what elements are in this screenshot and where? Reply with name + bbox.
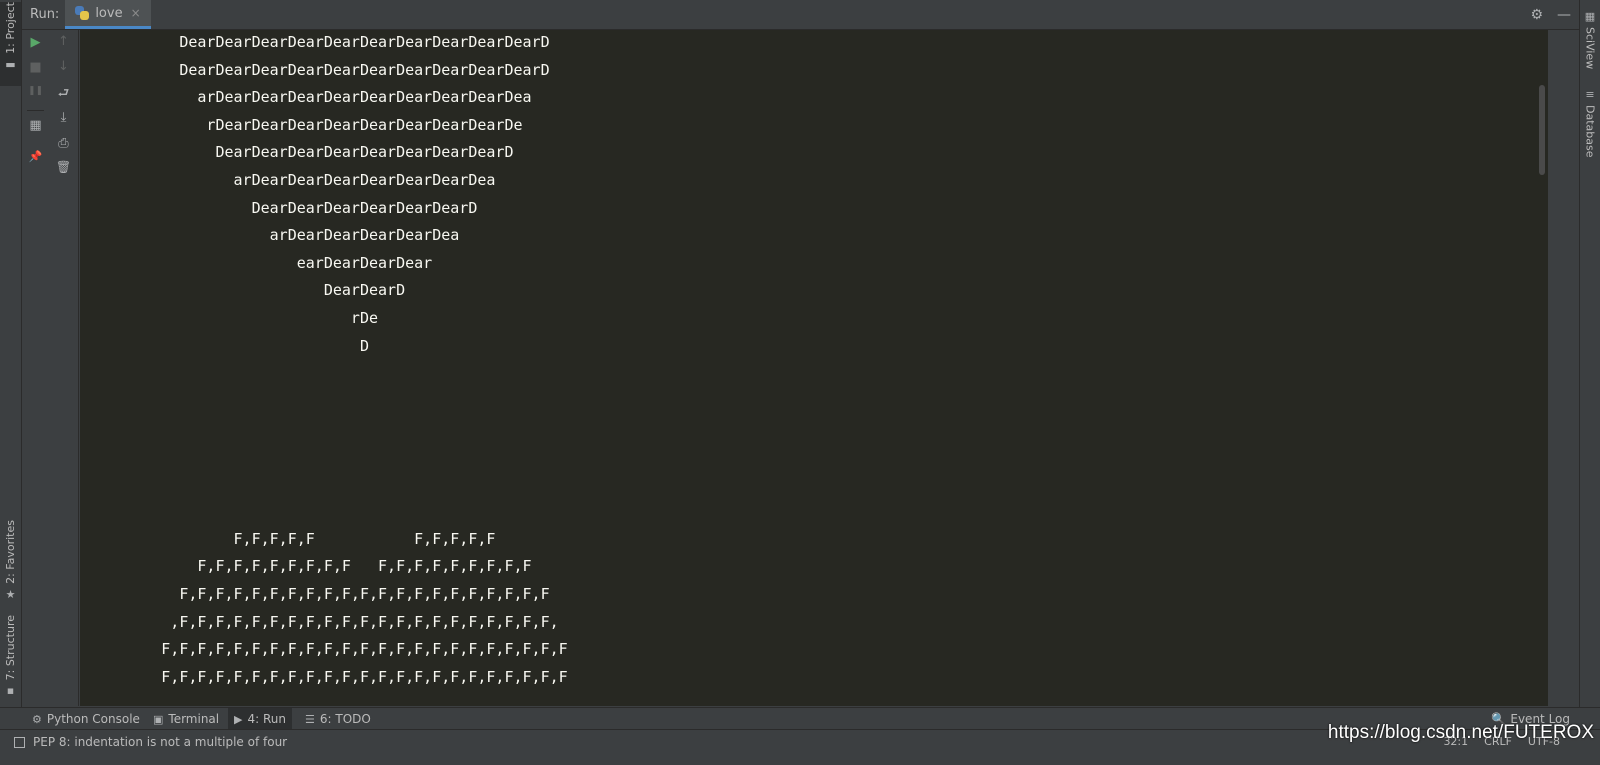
python-icon [75,6,90,20]
tab-todo[interactable]: ☰ 6: TODO [299,708,377,730]
pause-icon[interactable]: ❚❚ [22,86,49,96]
folder-icon: ▬ [5,57,16,71]
minimize-icon[interactable]: — [1557,7,1571,23]
stop-icon[interactable]: ■ [22,60,49,75]
console-line: DearDearDearDearDearDearDearDearD [80,143,514,162]
console-line: earDearDearDear [80,253,433,272]
console-line: DearDearDearDearDearDearDearDearDearDear… [80,60,550,79]
layout-icon[interactable]: ▦ [22,118,49,133]
console-line: arDearDearDearDearDea [80,226,460,245]
terminal-icon: ▣ [153,712,164,726]
tab-python-console[interactable]: ⚙ Python Console [26,708,146,730]
down-arrow-icon[interactable]: ↓ [49,59,78,74]
status-message: PEP 8: indentation is not a multiple of … [33,735,288,749]
tab-database[interactable]: ≡ Database [1580,88,1600,168]
console-line: D [80,336,369,355]
console-line: F,F,F,F,F,F,F,F,F,F,F,F,F,F,F,F,F,F,F,F,… [80,667,568,686]
console-output[interactable]: DearDearDearDearDearDearDearDearDearDear… [80,30,1536,706]
star-icon: ★ [5,587,16,601]
database-icon: ≡ [1585,88,1595,101]
tab-run[interactable]: ▶ 4: Run [228,708,292,730]
scroll-to-end-icon[interactable]: ⤓ [49,110,78,125]
console-line: ,F,F,F,F,F,F,F,F,F,F,F,F,F,F,F,F,F,F,F,F… [80,612,559,631]
gear-icon[interactable]: ⚙ [1530,7,1543,23]
console-line: F,F,F,F,F F,F,F,F,F [80,529,496,548]
console-line: arDearDearDearDearDearDearDearDearDea [80,88,532,107]
tab-todo-label: 6: TODO [319,712,371,726]
run-icon: ▶ [234,712,243,726]
watermark: https://blog.csdn.net/FUTEROX [1327,722,1594,743]
list-icon: ☰ [305,712,315,726]
sciview-icon: ▦ [1584,10,1596,23]
left-tool-strip: 1: Project ▬ 2: Favorites ★ 7: Structure… [0,0,22,728]
run-tab-love[interactable]: love × [65,0,151,29]
tab-terminal[interactable]: ▣ Terminal [147,708,225,730]
tab-structure-label: 7: Structure [4,615,17,681]
console-scrollbar[interactable] [1536,30,1548,706]
console-line: F,F,F,F,F,F,F,F,F,F,F,F,F,F,F,F,F,F,F,F,… [80,585,550,603]
console-line: rDearDearDearDearDearDearDearDearDe [80,115,523,134]
pin-icon[interactable]: 📌 [22,150,49,163]
tab-sciview-label: SciView [1583,27,1597,70]
soft-wrap-icon[interactable]: ⮐ [49,84,78,106]
message-icon [14,736,25,748]
tab-python-console-label: Python Console [46,712,140,726]
tab-favorites-label: 2: Favorites [4,520,17,584]
console-line: DearDearD [80,281,406,300]
tab-sciview[interactable]: ▦ SciView [1580,10,1600,80]
tab-favorites[interactable]: 2: Favorites ★ [0,520,21,604]
structure-icon: ▪ [6,684,15,698]
run-header: Run: love × ⚙ — [22,0,1579,30]
tab-database-label: Database [1583,105,1597,158]
console-line: F,F,F,F,F,F,F,F,F,F,F,F,F,F,F,F,F,F,F,F,… [80,640,568,659]
run-tab-label: love [95,5,123,21]
right-tool-strip: ▦ SciView ≡ Database [1579,0,1600,728]
scrollbar-thumb[interactable] [1539,85,1545,175]
run-label: Run: [30,7,60,22]
python-console-icon: ⚙ [32,712,42,726]
tab-project-label: 1: Project [4,2,17,54]
status-bar: PEP 8: indentation is not a multiple of … [0,722,1600,765]
rerun-icon[interactable]: ▶ [22,35,49,50]
up-arrow-icon[interactable]: ↑ [49,34,78,49]
run-toolbar: ▶ ■ ❚❚ ▦ 📌 [22,30,49,706]
console-line: DearDearDearDearDearDearD [80,198,478,217]
tab-terminal-label: Terminal [168,712,220,726]
tab-structure[interactable]: 7: Structure ▪ [0,615,21,703]
console-line: rDe [80,309,379,327]
console-line: F,F,F,F,F,F,F,F,F F,F,F,F,F,F,F,F,F [80,557,532,576]
trash-icon[interactable]: 🗑 [49,160,78,174]
console-line: arDearDearDearDearDearDearDea [80,171,496,189]
close-icon[interactable]: × [131,6,141,20]
tab-run-label: 4: Run [247,712,286,726]
tab-project[interactable]: 1: Project ▬ [0,2,21,86]
console-line: DearDearDearDearDearDearDearDearDearDear… [80,33,550,51]
print-icon[interactable]: ⎙ [49,136,78,151]
console-toolbar: ↑ ↓ ⮐ ⤓ ⎙ 🗑 [49,30,79,706]
